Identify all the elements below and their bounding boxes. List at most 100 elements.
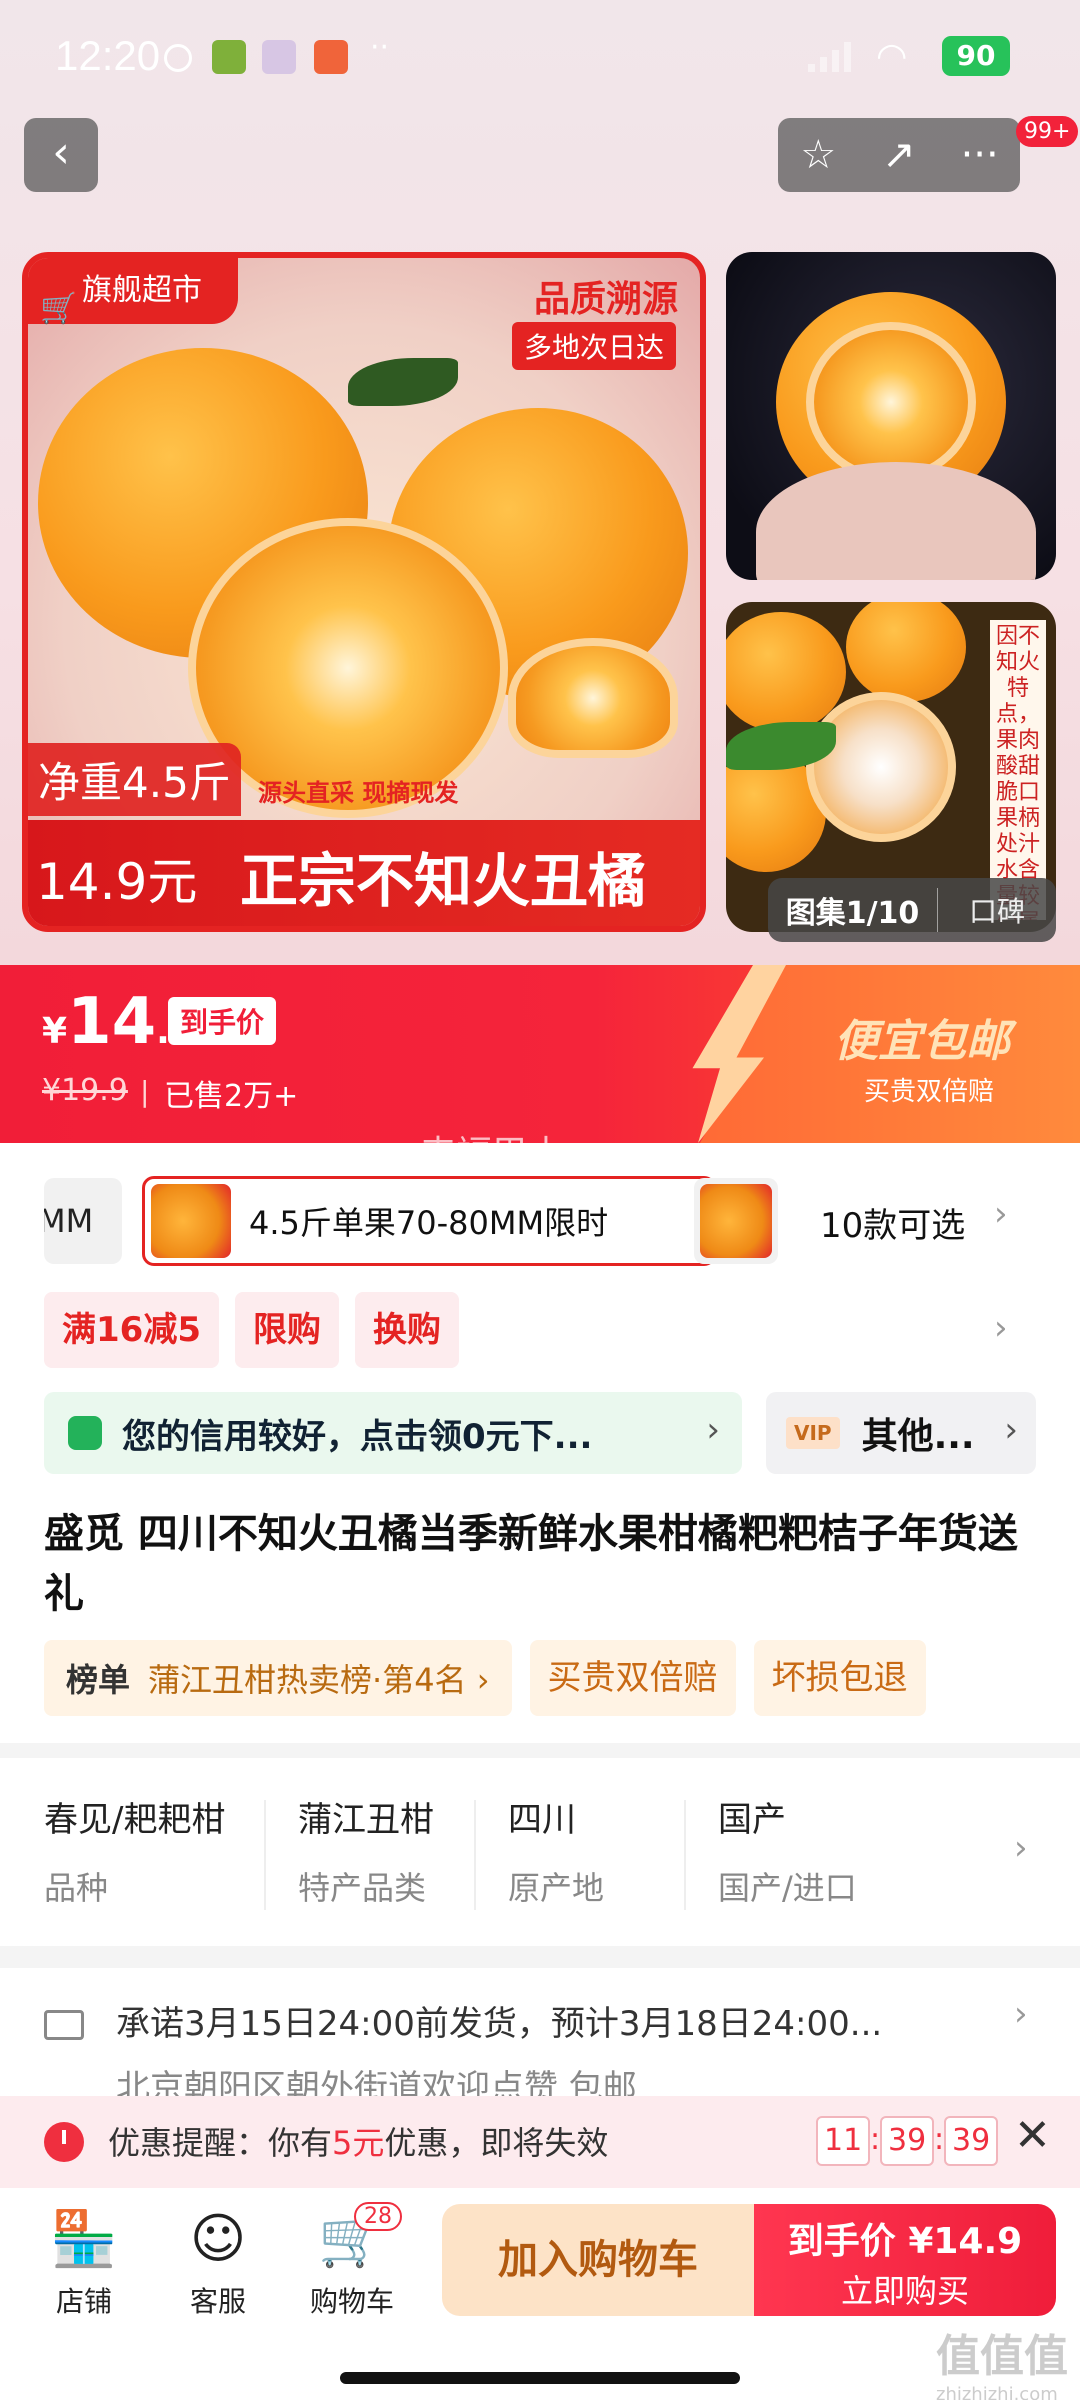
orange-graphic <box>846 602 966 702</box>
damage-return-tag[interactable]: 坏损包退 <box>753 1640 926 1716</box>
coupon-reminder: 优惠提醒：你有5元优惠，即将失效 11 : 39 : 39 ✕ <box>0 2096 1080 2188</box>
origin-label: 源头直采 现摘现发 <box>258 779 459 807</box>
close-icon[interactable]: ✕ <box>1014 2110 1051 2161</box>
site-watermark-name: 值值值 <box>936 2331 1068 2382</box>
attr-origin: 四川 原产地 <box>508 1792 604 1909</box>
sku-thumbnail <box>151 1184 231 1258</box>
divider <box>264 1800 266 1910</box>
vip-badge: VIP <box>786 1417 840 1449</box>
reminder-prefix: 优惠提醒：你有 <box>108 2124 333 2162</box>
price-separator: | <box>140 1075 150 1108</box>
watermark-text: 来福巴士 <box>420 1134 565 1175</box>
gallery-indicator[interactable]: 图集1/10 口碑 <box>768 878 1056 942</box>
buy-now-button[interactable]: 到手价 ¥14.9 立即购买 <box>754 2204 1056 2316</box>
promo-subtitle: 买贵双倍赔 <box>864 1077 995 1107</box>
countdown-hours: 11 <box>816 2116 871 2166</box>
clipboard-icon <box>314 40 348 74</box>
quality-tag: 品质溯源 <box>533 279 678 320</box>
ranking-chip[interactable]: 榜单 蒲江丑柑热卖榜·第4名 › <box>44 1640 512 1716</box>
chevron-right-icon[interactable]: › <box>994 1194 1008 1234</box>
app-icon <box>262 40 296 74</box>
price-integer: 14 <box>67 985 157 1059</box>
favorite-star-icon[interactable]: ☆ <box>783 132 853 178</box>
currency-symbol: ¥ <box>42 1011 68 1052</box>
service-label: 客服 <box>189 2285 246 2318</box>
sku-count[interactable]: 10款可选 <box>820 1198 965 1247</box>
promo-chip-discount[interactable]: 满16减5 <box>44 1292 219 1368</box>
attr-value: 四川 <box>508 1800 576 1840</box>
more-notifications-icon: ·· <box>370 30 390 65</box>
sku-option-selected[interactable]: 4.5斤单果70-80MM限时 <box>142 1176 716 1266</box>
countdown-seconds: 39 <box>944 2116 999 2166</box>
image-title: 正宗不知火丑橘 <box>240 847 647 915</box>
credit-offer-banner[interactable]: 您的信用较好，点击领0元下... › <box>44 1392 742 1474</box>
nextday-tag: 多地次日达 <box>511 322 676 370</box>
reviews-link[interactable]: 口碑 <box>938 890 1056 930</box>
promo-chips: 满16减5 限购 换购 <box>44 1292 459 1368</box>
battery-indicator: 90 <box>942 36 1010 76</box>
image-price: 14.9元 <box>36 853 198 911</box>
sku-option-prev[interactable]: MM <box>44 1178 122 1264</box>
countdown-minutes: 39 <box>880 2116 935 2166</box>
main-product-image[interactable]: 🛒 旗舰超市 品质溯源 多地次日达 净重4.5斤 源头直采 现摘现发 14.9元… <box>22 252 706 932</box>
wifi-icon: ◠ <box>876 36 908 77</box>
home-indicator[interactable] <box>340 2372 740 2384</box>
countdown-colon: : <box>934 2122 945 2157</box>
chevron-right-icon[interactable]: › <box>994 1308 1008 1348</box>
truck-icon <box>44 2010 84 2040</box>
price-banner: ¥14.9 到手价 ¥19.9 | 已售2万+ 便宜包邮 买贵双倍赔 <box>0 965 1080 1143</box>
vip-offer[interactable]: VIP 其他... › <box>766 1392 1036 1474</box>
ranking-text: 蒲江丑柑热卖榜·第4名 › <box>148 1661 490 1699</box>
side-image-1[interactable] <box>726 252 1056 580</box>
shop-label: 店铺 <box>55 2285 112 2318</box>
android-icon <box>212 40 246 74</box>
product-tags: 榜单 蒲江丑柑热卖榜·第4名 › 买贵双倍赔 坏损包退 <box>44 1640 926 1716</box>
shipping-promise: 承诺3月15日24:00前发货，预计3月18日24:00... <box>116 2004 883 2044</box>
orange-slice-graphic <box>806 692 956 842</box>
final-price-tag: 到手价 <box>168 997 277 1045</box>
reminder-suffix: 优惠，即将失效 <box>384 2124 609 2162</box>
sku-selector: MM 4.5斤单果70-80MM限时 10款可选 › <box>44 1176 1044 1268</box>
attr-value: 蒲江丑柑 <box>298 1800 434 1840</box>
attr-variety: 春见/耙耙柑 品种 <box>44 1792 225 1909</box>
buy-now-label: 立即购买 <box>840 2272 969 2310</box>
credit-offer-text: 您的信用较好，点击领0元下... <box>122 1416 593 1457</box>
message-badge: 99+ <box>1016 116 1079 147</box>
attr-key: 品种 <box>44 1869 109 1907</box>
reminder-text: 优惠提醒：你有5元优惠，即将失效 <box>108 2118 608 2164</box>
hand-graphic <box>756 462 1036 580</box>
add-to-cart-button[interactable]: 加入购物车 <box>442 2204 754 2316</box>
service-button[interactable]: ☺ 客服 <box>168 2204 268 2320</box>
share-icon[interactable]: ↗ <box>864 132 934 178</box>
status-bar: 12:20 ·· ◠ 90 <box>0 0 1080 116</box>
signal-icon <box>808 42 851 72</box>
attr-key: 特产品类 <box>298 1869 427 1907</box>
sku-option-next[interactable] <box>694 1178 778 1264</box>
guarantee-tag[interactable]: 买贵双倍赔 <box>529 1640 736 1716</box>
back-button[interactable]: ‹ <box>24 118 98 192</box>
more-menu-icon[interactable]: ··· <box>945 132 1015 178</box>
divider <box>684 1800 686 1910</box>
shop-button[interactable]: 🏪 店铺 <box>34 2204 134 2320</box>
cart-count-badge: 28 <box>354 2202 402 2231</box>
countdown-colon: : <box>870 2122 881 2157</box>
attr-import: 国产 国产/进口 <box>718 1792 857 1909</box>
site-watermark: 值值值 zhizhizhi.com <box>936 2320 1068 2400</box>
cart-mini-icon: 🛒 <box>40 291 78 326</box>
site-watermark-url: zhizhizhi.com <box>936 2384 1058 2400</box>
chevron-right-icon: › <box>1014 1994 1028 2034</box>
attr-value: 春见/耙耙柑 <box>44 1800 226 1840</box>
status-time: 12:20 <box>55 32 161 79</box>
attr-key: 原产地 <box>508 1869 605 1907</box>
reminder-amount: 5元 <box>332 2124 385 2162</box>
promo-chip-limit[interactable]: 限购 <box>234 1292 339 1368</box>
promo-chip-exchange[interactable]: 换购 <box>354 1292 459 1368</box>
sku-selected-label: 4.5斤单果70-80MM限时 <box>249 1204 609 1242</box>
attr-key: 国产/进口 <box>718 1869 857 1907</box>
vip-offer-text: 其他... <box>861 1416 975 1457</box>
weight-label: 净重4.5斤 <box>28 743 241 816</box>
divider <box>474 1800 476 1910</box>
orange-slice-graphic <box>806 322 976 482</box>
flagship-label: 旗舰超市 <box>82 273 202 308</box>
product-attributes[interactable]: 春见/耙耙柑 品种 蒲江丑柑 特产品类 四川 原产地 国产 国产/进口 › <box>0 1758 1080 1948</box>
